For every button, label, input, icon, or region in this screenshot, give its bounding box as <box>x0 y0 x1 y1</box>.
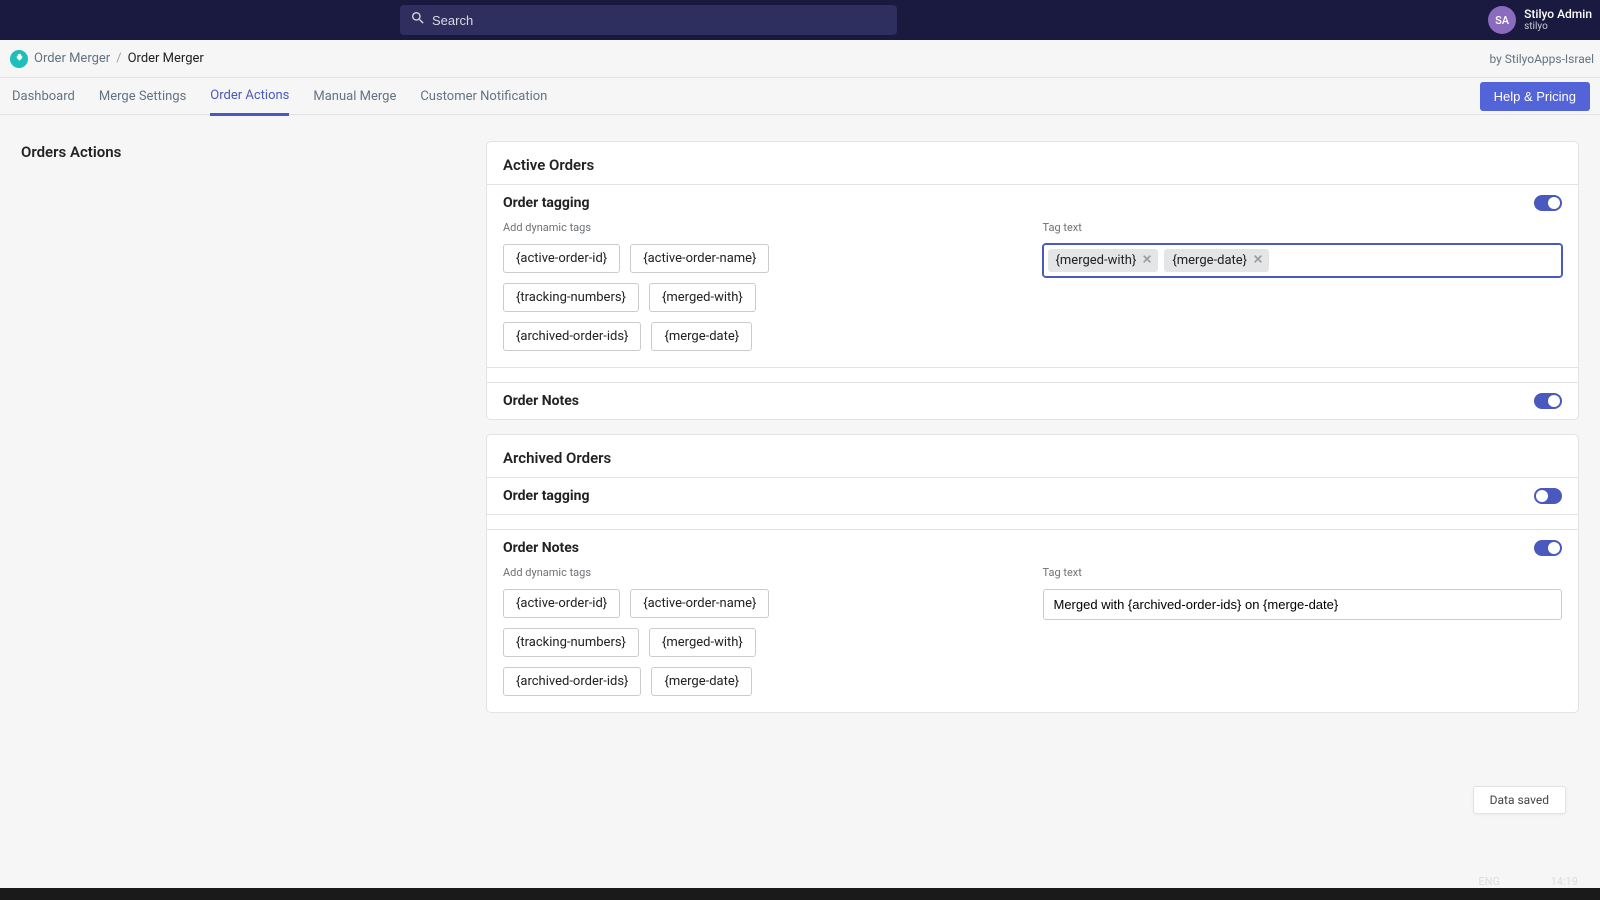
breadcrumb-bar: Order Merger / Order Merger by StilyoApp… <box>0 40 1600 78</box>
archived-orders-group: Archived Orders Order tagging Order Note… <box>486 434 1579 713</box>
chip-merge-date-2[interactable]: {merge-date} <box>651 667 752 696</box>
tab-dashboard[interactable]: Dashboard <box>12 79 75 114</box>
breadcrumb-app[interactable]: Order Merger <box>34 51 110 66</box>
active-order-notes-section: Order Notes <box>487 382 1578 419</box>
chip-merged-with-2[interactable]: {merged-with} <box>649 628 756 657</box>
page-title: Orders Actions <box>21 143 486 161</box>
user-menu[interactable]: SA Stilyo Admin stilyo <box>1480 0 1600 40</box>
chip-active-order-name[interactable]: {active-order-name} <box>630 244 769 273</box>
active-add-tags-label: Add dynamic tags <box>503 221 1023 234</box>
remove-pill-merge-date[interactable] <box>1253 253 1263 268</box>
taskbar: ENG 14:19 <box>0 888 1600 900</box>
remove-pill-merged-with[interactable] <box>1142 253 1152 268</box>
app-icon <box>10 50 28 68</box>
chip-active-order-id-2[interactable]: {active-order-id} <box>503 589 620 618</box>
archived-orders-title: Archived Orders <box>487 435 1578 477</box>
active-order-notes-title: Order Notes <box>503 393 579 409</box>
pill-merged-with-label: {merged-with} <box>1056 253 1137 268</box>
tab-customer-notification[interactable]: Customer Notification <box>420 79 547 114</box>
archived-order-tagging-title: Order tagging <box>503 488 589 504</box>
chip-tracking-numbers-2[interactable]: {tracking-numbers} <box>503 628 639 657</box>
active-tag-text-field[interactable]: {merged-with} {merge-date} <box>1043 244 1563 277</box>
chip-archived-order-ids-2[interactable]: {archived-order-ids} <box>503 667 641 696</box>
pill-merge-date: {merge-date} <box>1164 249 1269 272</box>
chip-tracking-numbers[interactable]: {tracking-numbers} <box>503 283 639 312</box>
chip-active-order-name-2[interactable]: {active-order-name} <box>630 589 769 618</box>
search-icon <box>410 10 426 30</box>
tab-order-actions[interactable]: Order Actions <box>210 78 289 116</box>
tabs: Dashboard Merge Settings Order Actions M… <box>0 78 1600 115</box>
active-order-tagging-section: Order tagging Add dynamic tags {active-o… <box>487 184 1578 368</box>
chip-active-order-id[interactable]: {active-order-id} <box>503 244 620 273</box>
help-pricing-button[interactable]: Help & Pricing <box>1480 82 1590 111</box>
search-field[interactable] <box>400 5 897 35</box>
breadcrumb-page: Order Merger <box>128 51 204 66</box>
archived-order-tagging-section: Order tagging <box>487 477 1578 515</box>
archived-tag-text-label: Tag text <box>1043 566 1563 579</box>
tab-merge-settings[interactable]: Merge Settings <box>99 79 186 114</box>
pill-merge-date-label: {merge-date} <box>1172 253 1247 268</box>
user-name: Stilyo Admin <box>1524 8 1592 21</box>
user-store: stilyo <box>1524 21 1592 32</box>
chip-merge-date[interactable]: {merge-date} <box>651 322 752 351</box>
avatar: SA <box>1488 6 1516 34</box>
chip-merged-with[interactable]: {merged-with} <box>649 283 756 312</box>
breadcrumb-sep: / <box>116 51 121 66</box>
active-tag-chips: {active-order-id} {active-order-name} {t… <box>503 244 793 351</box>
active-order-notes-toggle[interactable] <box>1534 393 1562 409</box>
topbar: SA Stilyo Admin stilyo <box>0 0 1600 40</box>
archived-tag-text-input[interactable] <box>1043 589 1563 620</box>
saved-toast: Data saved <box>1473 786 1566 814</box>
archived-order-tagging-toggle[interactable] <box>1534 488 1562 504</box>
active-orders-group: Active Orders Order tagging Add dynamic … <box>486 141 1579 420</box>
breadcrumb-by: by StilyoApps-Israel <box>1489 52 1594 66</box>
archived-order-notes-toggle[interactable] <box>1534 540 1562 556</box>
active-orders-title: Active Orders <box>487 142 1578 184</box>
system-clock: 14:19 <box>1551 875 1578 888</box>
left-column: Orders Actions <box>21 141 486 713</box>
active-tag-text-label: Tag text <box>1043 221 1563 234</box>
search-input[interactable] <box>432 13 887 28</box>
language-indicator[interactable]: ENG <box>1478 875 1500 888</box>
archived-tag-chips: {active-order-id} {active-order-name} {t… <box>503 589 793 696</box>
archived-order-notes-section: Order Notes Add dynamic tags {active-ord… <box>487 529 1578 712</box>
tab-manual-merge[interactable]: Manual Merge <box>313 79 396 114</box>
right-column: Active Orders Order tagging Add dynamic … <box>486 141 1579 713</box>
active-order-tagging-title: Order tagging <box>503 195 589 211</box>
archived-order-notes-title: Order Notes <box>503 540 579 556</box>
archived-add-tags-label: Add dynamic tags <box>503 566 1023 579</box>
chip-archived-order-ids[interactable]: {archived-order-ids} <box>503 322 641 351</box>
content: Orders Actions Active Orders Order taggi… <box>0 115 1600 713</box>
pill-merged-with: {merged-with} <box>1048 249 1159 272</box>
active-order-tagging-toggle[interactable] <box>1534 195 1562 211</box>
